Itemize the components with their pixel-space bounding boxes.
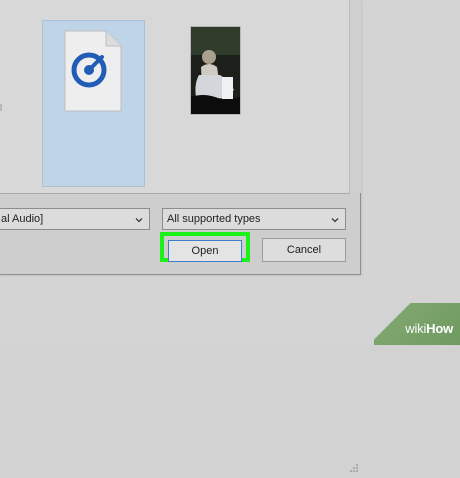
wikihow-watermark: wikiHow (374, 303, 460, 345)
file-type-dropdown-left[interactable]: al Audio] (0, 208, 150, 230)
file-list-pane (0, 0, 350, 194)
video-thumbnail[interactable] (191, 27, 240, 114)
supported-types-label: All supported types (167, 213, 261, 225)
open-button[interactable]: Open (168, 240, 242, 262)
file-type-left-label: al Audio] (1, 213, 44, 225)
desktop: al Audio] All supported types Open Cance… (0, 0, 460, 472)
chevron-down-icon (135, 215, 143, 223)
cancel-button[interactable]: Cancel (262, 238, 346, 262)
file-item-audio[interactable] (42, 20, 145, 187)
watermark-text: wikiHow (405, 321, 453, 336)
chevron-down-icon (331, 215, 339, 223)
open-file-dialog: al Audio] All supported types Open Cance… (0, 0, 361, 472)
open-button-highlight: Open (160, 232, 250, 262)
watermark-wiki: wiki (405, 321, 427, 336)
resize-grip-icon[interactable] (349, 460, 359, 472)
dialog-footer: al Audio] All supported types Open Cance… (0, 194, 360, 472)
vertical-scrollbar[interactable] (349, 0, 361, 193)
watermark-how: How (426, 321, 453, 336)
supported-types-dropdown[interactable]: All supported types (162, 208, 346, 230)
left-scroll-tick (0, 104, 2, 111)
music-file-icon (63, 30, 123, 112)
